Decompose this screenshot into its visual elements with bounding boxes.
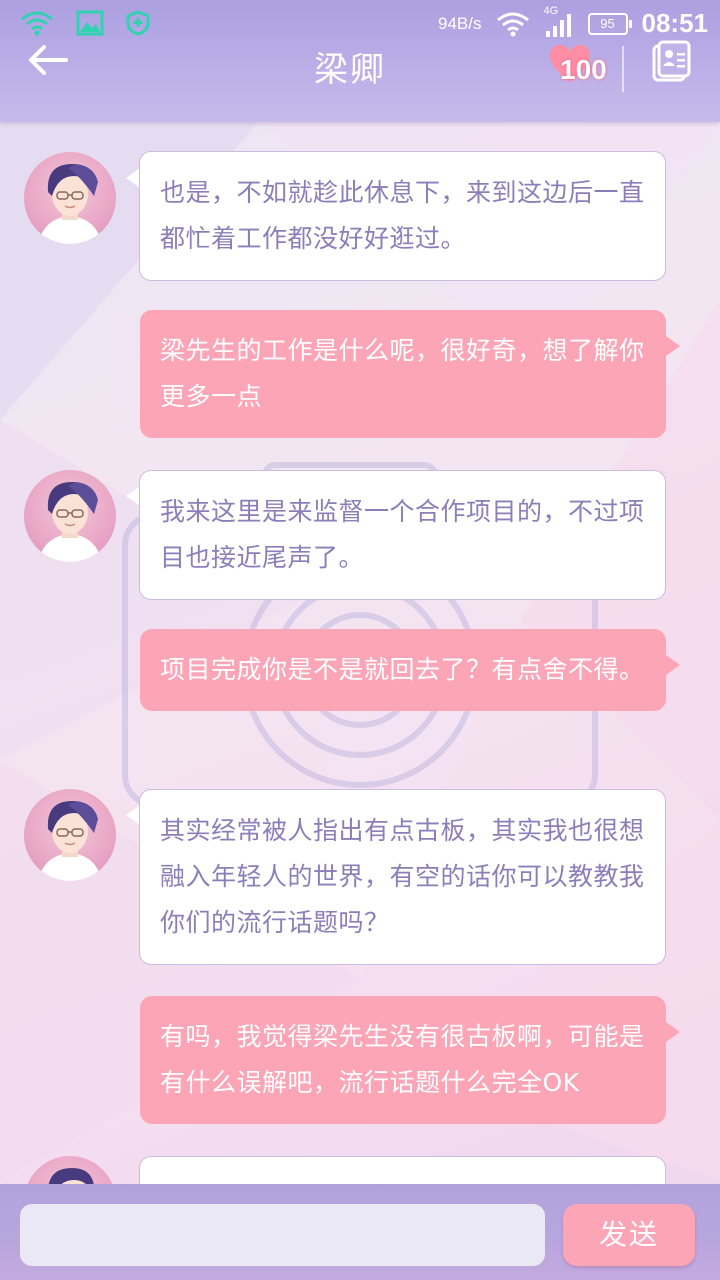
message-item: 我来这里是来监督一个合作项目的，不过项目也接近尾声了。 [0,440,720,610]
avatar[interactable] [24,470,116,562]
avatar-portrait-icon [38,164,102,244]
avatar-portrait-icon [48,1168,94,1184]
message-item: 项目完成你是不是就回去了？有点舍不得。 [0,629,720,759]
image-icon [76,10,104,36]
wifi-icon [496,12,529,36]
contact-card-icon[interactable] [650,40,692,84]
message-item [0,1126,720,1184]
send-button[interactable]: 发送 [563,1204,695,1266]
avatar[interactable] [24,152,116,244]
message-item: 其实经常被人指出有点古板，其实我也很想融入年轻人的世界，有空的话你可以教教我你们… [0,759,720,979]
message-bubble-incoming: 也是，不如就趁此休息下，来到这边后一直都忙着工作都没好好逛过。 [139,151,666,281]
message-bubble-incoming: 其实经常被人指出有点古板，其实我也很想融入年轻人的世界，有空的话你可以教教我你们… [139,789,666,965]
signal-group: 4G [544,5,574,37]
avatar[interactable] [24,1156,116,1184]
battery-icon: 95 [587,12,632,35]
avatar-portrait-icon [38,482,102,562]
message-bubble-outgoing: 有吗，我觉得梁先生没有很古板啊，可能是有什么误解吧，流行话题什么完全OK [140,996,666,1124]
message-bubble-outgoing: 项目完成你是不是就回去了？有点舍不得。 [140,629,666,711]
message-item: 也是，不如就趁此休息下，来到这边后一直都忙着工作都没好好逛过。 [0,122,720,292]
message-bubble-incoming: 我来这里是来监督一个合作项目的，不过项目也接近尾声了。 [139,470,666,600]
message-bubble-incoming [139,1156,666,1184]
message-bubble-outgoing: 梁先生的工作是什么呢，很好奇，想了解你更多一点 [140,310,666,438]
signal-icon [545,13,571,37]
status-time: 08:51 [641,8,709,38]
bubble-tail [126,168,140,188]
affection-badge[interactable]: 100 [548,44,618,88]
wifi-icon [21,11,53,36]
message-item: 有吗，我觉得梁先生没有很古板啊，可能是有什么误解吧，流行话题什么完全OK [0,996,720,1126]
network-speed: 94B/s [438,13,482,33]
avatar[interactable] [24,789,116,881]
bubble-tail [126,805,140,825]
chat-list[interactable]: 也是，不如就趁此休息下，来到这边后一直都忙着工作都没好好逛过。 梁先生的工作是什… [0,122,720,1184]
affection-value: 100 [560,54,607,85]
shield-icon [126,10,150,36]
status-left-icons [20,10,150,36]
message-input[interactable] [20,1204,545,1266]
composer-bar: 发送 [0,1184,720,1280]
message-item: 梁先生的工作是什么呢，很好奇，想了解你更多一点 [0,310,720,440]
header-divider [622,46,624,92]
bubble-tail [666,1022,680,1042]
bubble-tail [666,336,680,356]
bubble-tail [126,486,140,506]
avatar-portrait-icon [38,801,102,881]
app-header: 94B/s 4G 95 08:51 梁卿 100 [0,0,720,122]
bubble-tail [666,655,680,675]
status-right: 94B/s 4G 95 08:51 [438,5,709,39]
